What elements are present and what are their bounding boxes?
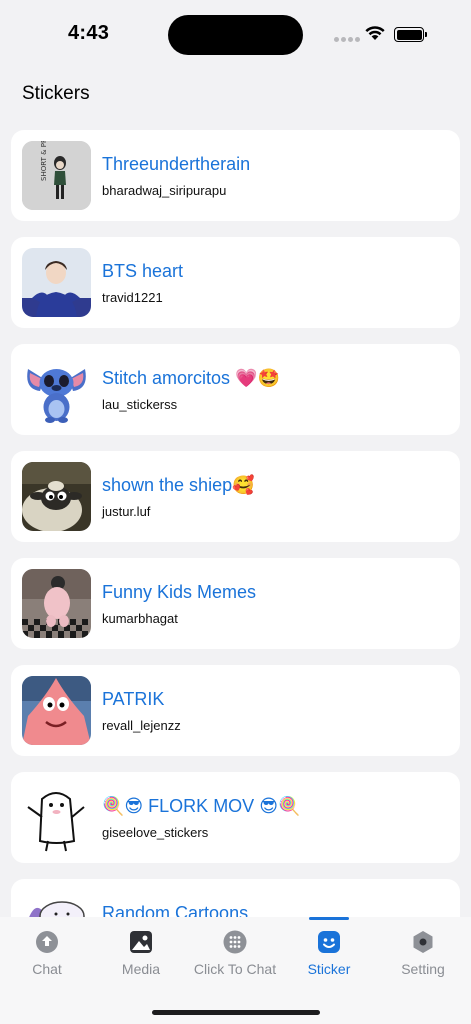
sticker-pack-author: justur.luf: [102, 504, 151, 519]
stitch-thumbnail: [22, 355, 91, 424]
sticker-pack-title: Threeundertherain: [102, 154, 251, 174]
sticker-pack-card[interactable]: Stitch amorcitos 💗🤩 lau_stickerss: [11, 344, 460, 435]
patrick-thumbnail: [22, 676, 91, 745]
sticker-pack-author: revall_lejenzz: [102, 718, 181, 733]
bottom-tab-bar: Chat Media Click To Chat Sticker Setting: [0, 917, 471, 1024]
sheep-thumbnail: [22, 462, 91, 531]
dialpad-icon: [223, 930, 247, 954]
sticker-pack-title: Funny Kids Memes: [102, 582, 257, 602]
sticker-pack-list[interactable]: SHORT & PROUD Threeundertherain bharadwa…: [11, 130, 460, 918]
status-bar: 4:43: [0, 0, 471, 64]
svg-text:SHORT & PROUD: SHORT & PROUD: [40, 141, 48, 181]
home-indicator: [152, 1010, 320, 1015]
sticker-icon: [318, 931, 340, 953]
sticker-pack-card[interactable]: Funny Kids Memes kumarbhagat: [11, 558, 460, 649]
sticker-pack-title: 🍭😎 FLORK MOV 😎🍭: [102, 796, 301, 816]
sticker-pack-title: shown the shiep🥰: [102, 475, 255, 495]
sticker-pack-author: giseelove_stickers: [102, 825, 209, 840]
active-tab-indicator: [309, 917, 349, 920]
tab-label: Chat: [32, 961, 62, 977]
sticker-pack-card[interactable]: PATRIK revall_lejenzz: [11, 665, 460, 756]
sticker-pack-title: Stitch amorcitos 💗🤩: [102, 368, 280, 388]
girl-sketch-thumbnail: SHORT & PROUD: [22, 141, 91, 210]
status-time: 4:43: [68, 22, 110, 44]
sticker-pack-card[interactable]: BTS heart travid1221: [11, 237, 460, 328]
dynamic-island: [168, 15, 303, 55]
tab-label: Media: [121, 961, 161, 977]
tab-chat[interactable]: Chat: [0, 917, 94, 987]
page-title: Stickers: [22, 83, 90, 104]
cellular-signal-icon: [334, 37, 360, 42]
tab-label: Setting: [401, 961, 445, 977]
tab-sticker[interactable]: Sticker: [282, 917, 376, 987]
sticker-pack-card[interactable]: shown the shiep🥰 justur.luf: [11, 451, 460, 542]
settings-icon: [413, 931, 433, 953]
sticker-pack-author: bharadwaj_siripurapu: [102, 183, 227, 198]
person-photo-thumbnail: [22, 248, 91, 317]
tab-setting[interactable]: Setting: [376, 917, 470, 987]
flork-thumbnail: [22, 783, 91, 852]
tab-label: Click To Chat: [193, 961, 277, 977]
sticker-pack-title: PATRIK: [102, 689, 165, 709]
sticker-pack-author: lau_stickerss: [102, 397, 178, 412]
sticker-pack-card[interactable]: Random Cartoons: [11, 879, 460, 918]
wifi-icon: [365, 26, 385, 40]
chat-icon: [36, 931, 58, 953]
sticker-pack-author: kumarbhagat: [102, 611, 178, 626]
cartoon-thumbnail: [22, 890, 91, 918]
kid-photo-thumbnail: [22, 569, 91, 638]
sticker-pack-title: Random Cartoons: [102, 903, 249, 918]
sticker-pack-title: BTS heart: [102, 261, 184, 281]
sticker-pack-card[interactable]: 🍭😎 FLORK MOV 😎🍭 giseelove_stickers: [11, 772, 460, 863]
tab-media[interactable]: Media: [94, 917, 188, 987]
tab-click-to-chat[interactable]: Click To Chat: [188, 917, 282, 987]
tab-label: Sticker: [307, 961, 351, 977]
battery-icon: [394, 27, 427, 42]
sticker-pack-card[interactable]: SHORT & PROUD Threeundertherain bharadwa…: [11, 130, 460, 221]
sticker-pack-author: travid1221: [102, 290, 163, 305]
media-icon: [130, 931, 152, 953]
